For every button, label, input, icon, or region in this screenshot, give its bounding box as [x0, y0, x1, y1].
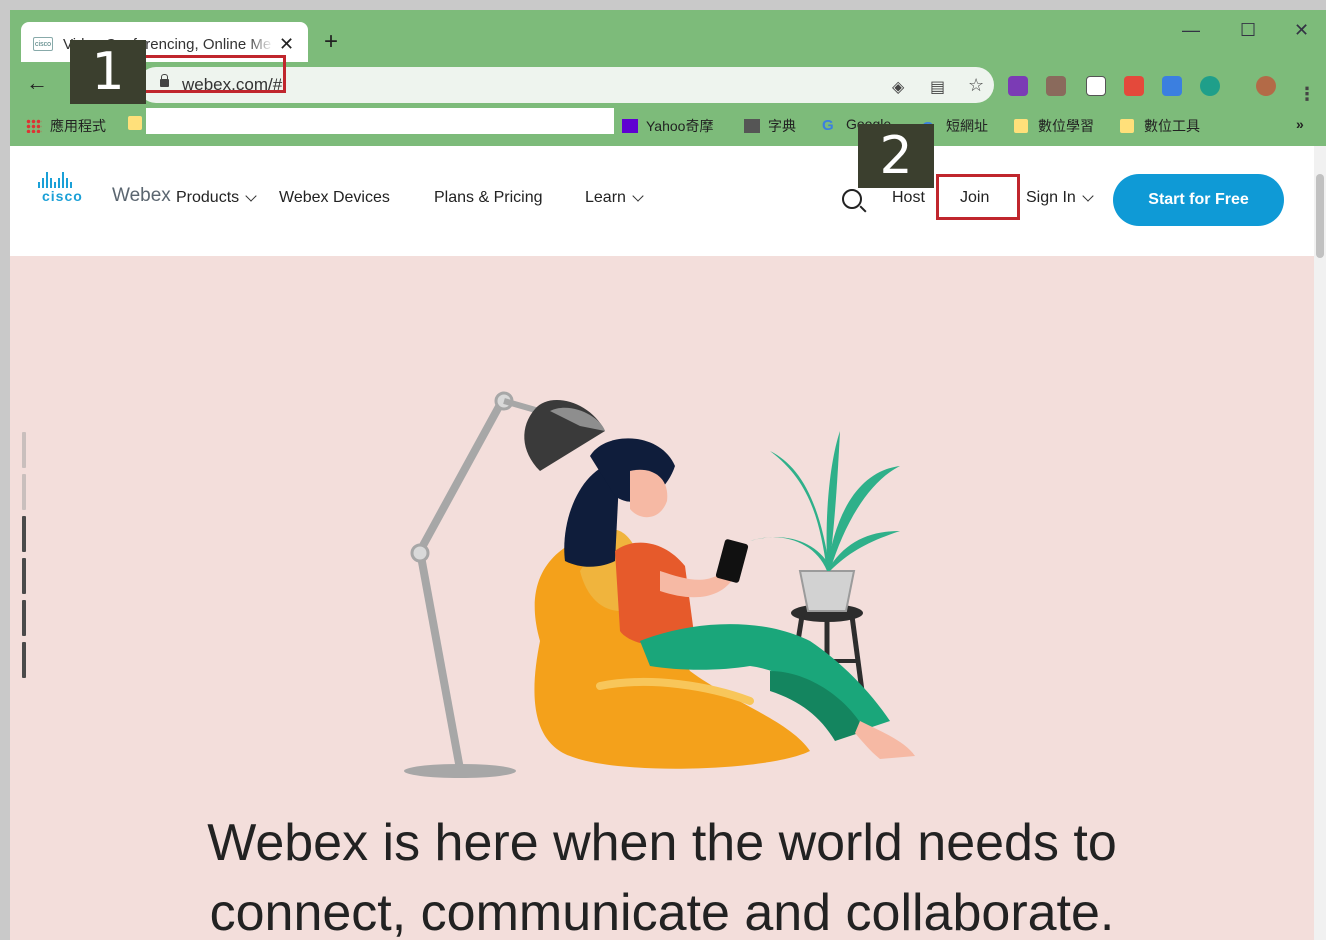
menu-dots-icon[interactable]: ⋮ — [1298, 84, 1316, 105]
host-link[interactable]: Host — [892, 189, 925, 207]
chevron-down-icon — [1082, 190, 1094, 202]
bookmark-label: 短網址 — [946, 118, 988, 134]
badge-extension-icon[interactable] — [1124, 76, 1144, 96]
onenote-extension-icon[interactable] — [1008, 76, 1028, 96]
lamp-pole-lower — [416, 550, 464, 770]
step-2-badge: 2 — [858, 124, 934, 188]
step-1-badge: 1 — [70, 40, 146, 104]
profile-avatar[interactable] — [1256, 76, 1276, 96]
google-icon: G — [822, 117, 834, 134]
lamp-joint — [410, 543, 430, 563]
feet — [855, 721, 915, 759]
plant-pot — [798, 570, 856, 612]
carousel-indicator[interactable] — [22, 474, 26, 510]
folder-icon — [1014, 119, 1028, 133]
maximize-button[interactable]: ☐ — [1240, 20, 1256, 41]
share-extension-icon[interactable] — [1162, 76, 1182, 96]
apps-grid-icon — [26, 119, 42, 133]
close-window-button[interactable]: ✕ — [1294, 20, 1309, 41]
sign-in-label: Sign In — [1026, 189, 1076, 206]
chevron-down-icon — [245, 190, 257, 202]
page-scrollbar[interactable] — [1314, 146, 1326, 940]
new-tab-button[interactable]: + — [324, 28, 338, 56]
close-tab-icon[interactable]: ✕ — [279, 34, 294, 55]
headline-line-1: Webex is here when the world needs to — [207, 814, 1117, 872]
cisco-bars-icon — [38, 172, 72, 188]
bookmark-dictionary[interactable]: 字典 — [744, 116, 796, 136]
bookmarks-bar: 應用程式 Yahoo奇摩 字典 G Google G 短網址 數位學習 數位工具 — [10, 106, 1326, 144]
bookmark-apps[interactable]: 應用程式 — [26, 116, 106, 136]
bookmark-folder-tools[interactable]: 數位工具 — [1120, 116, 1200, 136]
site-header: cisco Webex Products Webex Devices Plans… — [10, 146, 1314, 256]
scrollbar-thumb[interactable] — [1316, 174, 1324, 258]
plant-leaves — [750, 431, 900, 571]
webex-favicon-icon: cisco — [33, 37, 53, 51]
url-highlight-box — [141, 55, 286, 93]
lamp-pole-upper — [416, 399, 506, 553]
chevron-down-icon — [632, 190, 644, 202]
folder-icon — [128, 116, 142, 130]
sign-in-link[interactable]: Sign In — [1026, 189, 1094, 207]
nav-webex-devices[interactable]: Webex Devices — [279, 189, 390, 207]
minimize-button[interactable]: — — [1182, 20, 1200, 41]
start-for-free-button[interactable]: Start for Free — [1113, 174, 1284, 226]
translate-icon[interactable]: ◈ — [892, 77, 904, 97]
back-arrow-icon[interactable]: ← — [26, 70, 48, 96]
redacted-bookmarks — [146, 108, 614, 134]
carousel-indicator[interactable] — [22, 516, 26, 552]
folder-icon — [1120, 119, 1134, 133]
webex-page: cisco Webex Products Webex Devices Plans… — [10, 146, 1314, 940]
bookmark-label: 數位學習 — [1038, 118, 1094, 134]
nav-learn[interactable]: Learn — [585, 189, 644, 207]
carousel-indicator[interactable] — [22, 642, 26, 678]
phone — [715, 539, 749, 583]
webex-wordmark: Webex — [112, 185, 171, 206]
nav-devices-label: Webex Devices — [279, 189, 390, 206]
headline-line-2: connect, communicate and collaborate. — [209, 884, 1115, 940]
hero-illustration — [404, 391, 915, 778]
bookmark-label: 字典 — [768, 118, 796, 134]
nav-products-label: Products — [176, 189, 240, 206]
bookmark-label: 數位工具 — [1144, 118, 1200, 134]
reader-icon[interactable]: ▤ — [930, 77, 945, 97]
bookmark-yahoo[interactable]: Yahoo奇摩 — [622, 116, 713, 136]
s-extension-icon[interactable] — [1086, 76, 1106, 96]
circle-extension-icon[interactable] — [1200, 76, 1220, 96]
cisco-wordmark: cisco — [42, 188, 83, 204]
star-bookmark-icon[interactable]: ☆ — [968, 75, 984, 96]
carousel-indicator[interactable] — [22, 432, 26, 468]
join-highlight-box — [936, 174, 1020, 220]
hero-headline: Webex is here when the world needs to co… — [10, 808, 1314, 940]
pdf-extension-icon[interactable] — [1046, 76, 1066, 96]
search-icon[interactable] — [842, 189, 862, 209]
cisco-webex-logo[interactable]: cisco Webex — [38, 172, 171, 206]
carousel-indicator[interactable] — [22, 600, 26, 636]
bookmark-label: 應用程式 — [50, 118, 106, 134]
more-bookmarks-icon[interactable]: » — [1296, 116, 1304, 132]
nav-plans-pricing[interactable]: Plans & Pricing — [434, 189, 543, 207]
yahoo-icon — [622, 119, 638, 133]
host-label: Host — [892, 189, 925, 206]
browser-window: cisco Video Conferencing, Online Me ✕ + … — [10, 10, 1326, 940]
nav-learn-label: Learn — [585, 189, 626, 206]
dictionary-icon — [744, 119, 760, 133]
nav-products[interactable]: Products — [176, 189, 257, 207]
bookmark-folder-learning[interactable]: 數位學習 — [1014, 116, 1094, 136]
carousel-indicator[interactable] — [22, 558, 26, 594]
nav-pricing-label: Plans & Pricing — [434, 189, 543, 206]
bookmark-label: Yahoo奇摩 — [646, 118, 714, 134]
